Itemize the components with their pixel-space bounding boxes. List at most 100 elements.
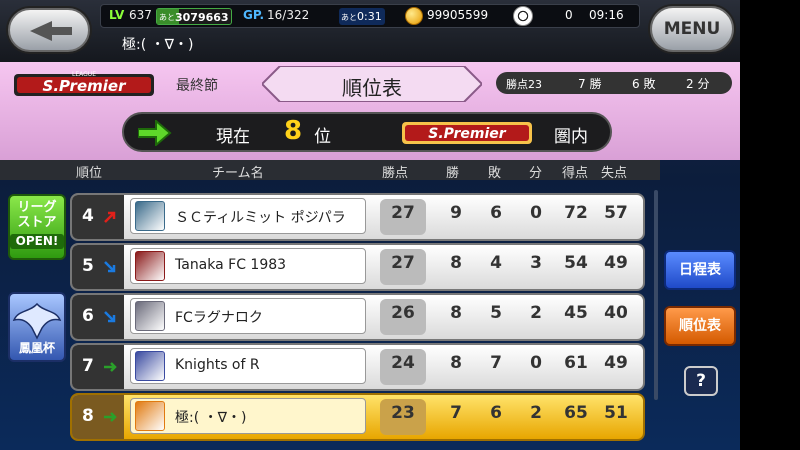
- back-arrow-icon: [30, 21, 72, 41]
- record-points: 勝点23: [506, 78, 542, 91]
- table-row[interactable]: 6 FCラグナロク 26 8 5 2 45 40: [70, 293, 645, 341]
- clock: 09:16: [589, 8, 624, 22]
- goals-against: 40: [604, 303, 628, 323]
- row-rank: 7: [82, 356, 94, 376]
- help-button[interactable]: ?: [684, 366, 718, 396]
- team-name: Knights of R: [175, 357, 260, 373]
- col-losses: 敗: [488, 166, 502, 181]
- level-value: 637: [129, 8, 152, 22]
- trend-down-icon: [104, 261, 116, 273]
- app-root: LV 637 あと 3079663 GP. 16/322 あと 0:31 999…: [0, 0, 800, 450]
- points: 24: [391, 353, 415, 373]
- player-name: 極:( ・∇・): [122, 37, 194, 53]
- goals-for: 54: [564, 253, 588, 273]
- title-plate: 順位表: [260, 65, 484, 103]
- resource-strip: LV 637 あと 3079663 GP. 16/322 あと 0:31 999…: [100, 4, 640, 28]
- draws: 0: [530, 353, 542, 373]
- league-store-line1: リーグ: [17, 200, 57, 215]
- back-button[interactable]: [8, 8, 90, 52]
- phoenix-cup-button[interactable]: 鳳凰杯: [8, 292, 66, 362]
- losses: 6: [490, 203, 502, 223]
- timer-value: 0:31: [357, 10, 382, 23]
- rank-cell: 5: [72, 245, 124, 289]
- goals-against: 49: [604, 353, 628, 373]
- current-label: 現在: [216, 127, 250, 147]
- trend-same-icon: [104, 362, 117, 372]
- exp-bar: あと 3079663: [156, 8, 232, 25]
- current-rank-bar: 現在 8 位 S.Premier 圏内: [122, 112, 612, 152]
- team-name: FCラグナロク: [175, 310, 263, 326]
- table-row[interactable]: 7 Knights of R 24 8 7 0 61 49: [70, 343, 645, 391]
- trend-up-icon: [104, 211, 116, 223]
- draws: 2: [530, 403, 542, 423]
- league-store-open: OPEN!: [10, 234, 64, 249]
- team-emblem: [135, 401, 165, 431]
- col-goals-for: 得点: [562, 166, 589, 181]
- rank-cell: 7: [72, 345, 124, 389]
- trend-down-icon: [104, 311, 116, 323]
- svg-text:S.Premier: S.Premier: [428, 126, 507, 142]
- col-wins: 勝: [446, 166, 460, 181]
- gp-timer: あと 0:31: [339, 8, 385, 25]
- league-store-line2: ストア: [17, 215, 57, 230]
- row-rank: 8: [82, 406, 94, 426]
- league-store-button[interactable]: リーグ ストア OPEN!: [8, 194, 66, 260]
- col-team: チーム名: [212, 166, 264, 181]
- draws: 3: [530, 253, 542, 273]
- row-rank: 5: [82, 256, 94, 276]
- losses: 6: [490, 403, 502, 423]
- zone-label: 圏内: [554, 127, 588, 147]
- rank-unit: 位: [314, 127, 331, 147]
- table-row-own-team[interactable]: 8 極:( ・∇・) 23 7 6 2 65 51: [70, 393, 645, 441]
- game-screen: LV 637 あと 3079663 GP. 16/322 あと 0:31 999…: [0, 0, 740, 450]
- wins: 9: [450, 203, 462, 223]
- standings-table[interactable]: 4 ＳＣティルミット ポジパラ 27 9 6 0 72 57 5 Tanaka …: [70, 183, 650, 450]
- team-cell: Knights of R: [130, 348, 366, 384]
- draws: 2: [530, 303, 542, 323]
- team-name: 極:( ・∇・): [175, 410, 247, 426]
- col-rank: 順位: [76, 166, 103, 181]
- wins: 8: [450, 253, 462, 273]
- table-scrollbar[interactable]: [654, 190, 658, 400]
- page-title: 順位表: [342, 76, 402, 100]
- ball-value: 0: [565, 8, 573, 22]
- trend-same-icon: [104, 412, 117, 422]
- team-emblem: [135, 201, 165, 231]
- col-goals-against: 失点: [601, 166, 628, 181]
- table-row[interactable]: 4 ＳＣティルミット ポジパラ 27 9 6 0 72 57: [70, 193, 645, 241]
- table-row[interactable]: 5 Tanaka FC 1983 27 8 4 3 54 49: [70, 243, 645, 291]
- wins: 7: [450, 403, 462, 423]
- coin-icon: [405, 7, 423, 25]
- team-cell: Tanaka FC 1983: [130, 248, 366, 284]
- table-header: 順位 チーム名 勝点 勝 敗 分 得点 失点: [0, 160, 660, 181]
- losses: 5: [490, 303, 502, 323]
- losses: 7: [490, 353, 502, 373]
- round-label: 最終節: [176, 78, 218, 94]
- menu-button[interactable]: MENU: [650, 6, 734, 52]
- team-cell: 極:( ・∇・): [130, 398, 366, 434]
- goals-against: 57: [604, 203, 628, 223]
- green-arrow-icon: [138, 120, 172, 146]
- team-cell: ＳＣティルミット ポジパラ: [130, 198, 366, 234]
- wins: 8: [450, 353, 462, 373]
- timer-prefix: あと: [341, 13, 357, 22]
- goals-against: 51: [604, 403, 628, 423]
- rank-cell: 8: [72, 395, 124, 439]
- zone-league-logo: S.Premier: [402, 120, 532, 146]
- team-record: 勝点23 7 勝 6 敗 2 分: [496, 72, 732, 94]
- gp-label: GP.: [243, 8, 264, 22]
- svg-text:S.Premier: S.Premier: [43, 77, 128, 95]
- exp-remaining: 3079663: [175, 11, 229, 24]
- team-name: Tanaka FC 1983: [175, 257, 287, 273]
- schedule-button[interactable]: 日程表: [664, 250, 736, 290]
- standings-button[interactable]: 順位表: [664, 306, 736, 346]
- points: 23: [391, 403, 415, 423]
- goals-for: 65: [564, 403, 588, 423]
- system-nav-bar: [740, 0, 800, 450]
- col-points: 勝点: [382, 166, 409, 181]
- cup-label: 鳳凰杯: [18, 341, 55, 355]
- losses: 4: [490, 253, 502, 273]
- team-name: ＳＣティルミット ポジパラ: [175, 210, 346, 226]
- goals-against: 49: [604, 253, 628, 273]
- points: 27: [391, 253, 415, 273]
